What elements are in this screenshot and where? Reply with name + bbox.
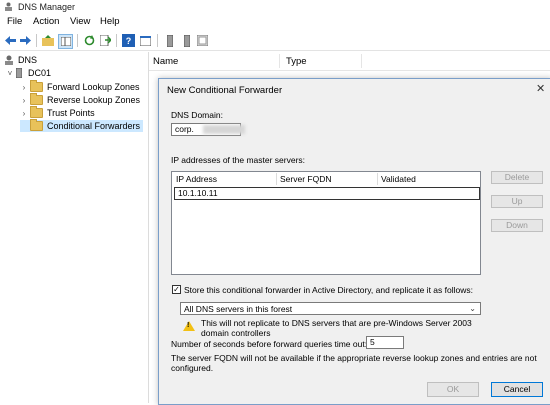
master-servers-grid[interactable]: IP Address Server FQDN Validated 10.1.10…: [171, 171, 481, 275]
folder-icon: [30, 93, 43, 105]
list-header: Name Type: [149, 52, 550, 71]
column-divider[interactable]: [279, 54, 280, 68]
delete-button[interactable]: Delete: [491, 171, 543, 184]
chevron-down-icon[interactable]: ⌄: [469, 303, 476, 315]
forward-arrow-icon[interactable]: [19, 34, 32, 47]
toolbar: ?: [0, 31, 550, 51]
server-icon[interactable]: [163, 34, 176, 47]
menu-help[interactable]: Help: [100, 16, 120, 27]
chevron-down-icon[interactable]: ˅: [6, 69, 14, 78]
warning-text-line1: This will not replicate to DNS servers t…: [201, 318, 472, 328]
title-bar: DNS Manager: [0, 0, 550, 14]
chevron-right-icon[interactable]: ›: [20, 109, 28, 118]
down-button[interactable]: Down: [491, 219, 543, 232]
dns-manager-icon: [5, 2, 12, 11]
column-divider[interactable]: [361, 54, 362, 68]
close-icon[interactable]: ✕: [536, 82, 545, 95]
dialog-body: DNS Domain: corp.​ IP addresses of the m…: [159, 101, 550, 404]
warning-icon: !: [183, 321, 195, 331]
tree-item-reverse-lookup-zones[interactable]: › Reverse Lookup Zones: [20, 93, 141, 106]
tree-item-forward-lookup-zones[interactable]: › Forward Lookup Zones: [20, 80, 140, 93]
up-button[interactable]: Up: [491, 195, 543, 208]
tree-label: Trust Points: [47, 108, 95, 118]
delete-button-label: Delete: [504, 172, 530, 182]
toolbar-separator: [116, 34, 117, 47]
server-alt-icon[interactable]: [180, 34, 193, 47]
dialog-title: New Conditional Forwarder: [167, 85, 283, 96]
back-arrow-icon[interactable]: [4, 34, 17, 47]
help-icon[interactable]: ?: [122, 34, 135, 47]
tree-item-trust-points[interactable]: › Trust Points: [20, 106, 95, 119]
ok-button[interactable]: OK: [427, 382, 479, 397]
replication-scope-value: All DNS servers in this forest: [184, 304, 293, 314]
properties-icon[interactable]: [139, 34, 152, 47]
store-in-ad-checkbox[interactable]: ✓: [172, 285, 181, 294]
grid-header-ip-address: IP Address: [176, 174, 217, 184]
ip-address-value: 10.1.10.11: [178, 188, 218, 198]
timeout-label: Number of seconds before forward queries…: [171, 339, 368, 349]
menu-view[interactable]: View: [70, 16, 90, 27]
chevron-right-icon[interactable]: ›: [20, 83, 28, 92]
chevron-right-icon[interactable]: ›: [20, 96, 28, 105]
timeout-value: 5: [370, 337, 375, 347]
dns-domain-value: corp.​: [175, 124, 194, 134]
ip-address-edit-row[interactable]: 10.1.10.11: [174, 187, 480, 200]
ok-button-label: OK: [446, 384, 460, 394]
folder-icon: [30, 119, 43, 131]
toolbar-separator: [157, 34, 158, 47]
tree-node-dns[interactable]: DNS: [4, 54, 37, 66]
toolbar-separator: [77, 34, 78, 47]
export-list-icon[interactable]: [99, 34, 112, 47]
replication-scope-dropdown[interactable]: All DNS servers in this forest ⌄: [180, 302, 481, 315]
warning-text-line2: domain controllers: [201, 328, 271, 338]
ip-section-label: IP addresses of the master servers:: [171, 155, 306, 165]
show-hide-tree-icon[interactable]: [58, 34, 73, 49]
column-header-name[interactable]: Name: [153, 56, 178, 67]
tree-node-dc01[interactable]: ˅ DC01: [6, 67, 51, 79]
grid-header-validated: Validated: [381, 174, 416, 184]
cancel-button[interactable]: Cancel: [491, 382, 543, 397]
dns-domain-label: DNS Domain:: [171, 110, 223, 120]
menu-bar: File Action View Help: [0, 15, 550, 29]
tree-label: Forward Lookup Zones: [47, 82, 140, 92]
tree-label-dns: DNS: [18, 55, 38, 65]
timeout-input[interactable]: 5: [366, 336, 404, 349]
menu-file[interactable]: File: [7, 16, 22, 27]
refresh-icon[interactable]: [83, 34, 96, 47]
up-button-label: Up: [511, 196, 523, 206]
folder-icon: [30, 80, 43, 92]
store-in-ad-label: Store this conditional forwarder in Acti…: [184, 285, 473, 295]
new-conditional-forwarder-dialog: New Conditional Forwarder ✕ DNS Domain: …: [158, 78, 550, 405]
menu-action[interactable]: Action: [33, 16, 59, 27]
fqdn-note-line1: The server FQDN will not be available if…: [171, 353, 537, 363]
folder-up-icon[interactable]: [41, 34, 54, 47]
column-header-type[interactable]: Type: [286, 56, 307, 67]
filter-icon[interactable]: [196, 34, 209, 47]
tree-label-dc01: DC01: [28, 68, 52, 78]
fqdn-note-line2: configured.: [171, 363, 214, 373]
window-title: DNS Manager: [18, 2, 76, 12]
tree-label: Reverse Lookup Zones: [47, 95, 141, 105]
toolbar-separator: [36, 34, 37, 47]
grid-header-server-fqdn: Server FQDN: [280, 174, 332, 184]
server-icon: [16, 68, 22, 78]
tree-item-conditional-forwarders[interactable]: Conditional Forwarders: [20, 119, 144, 132]
redacted-region: [203, 125, 245, 134]
folder-icon: [30, 106, 43, 118]
down-button-label: Down: [506, 220, 528, 230]
tree-label: Conditional Forwarders: [47, 121, 141, 131]
console-tree: DNS ˅ DC01 › Forward Lookup Zones › Reve…: [0, 52, 149, 403]
dns-icon: [5, 55, 13, 65]
cancel-button-label: Cancel: [503, 384, 531, 394]
